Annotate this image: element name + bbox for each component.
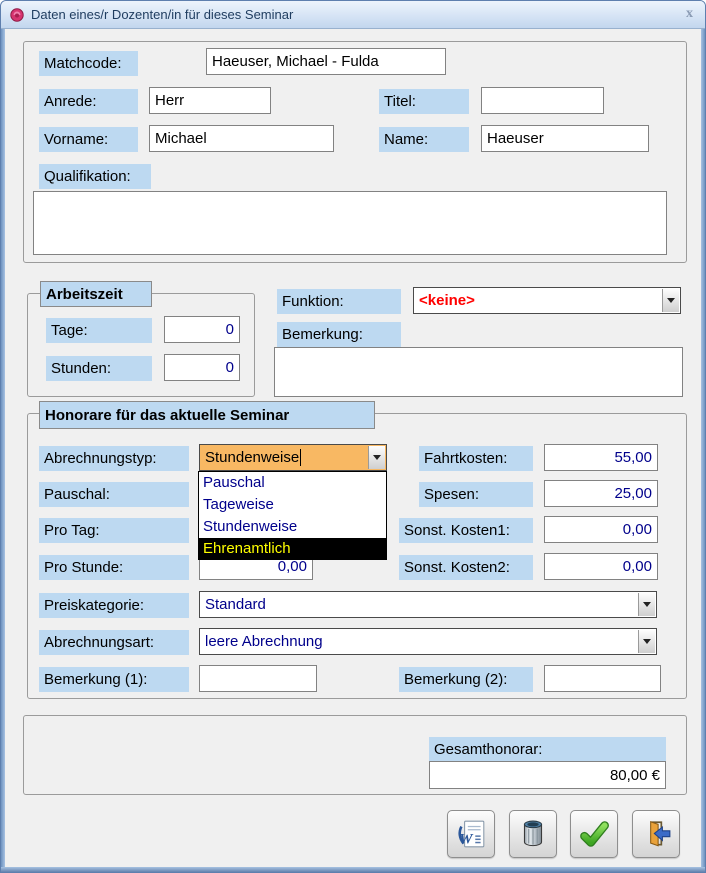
titel-label: Titel: bbox=[379, 89, 469, 114]
close-button[interactable]: x bbox=[686, 6, 693, 22]
anrede-label: Anrede: bbox=[39, 89, 138, 114]
check-icon bbox=[578, 818, 610, 850]
spesen-label: Spesen: bbox=[419, 482, 533, 507]
pro-tag-label: Pro Tag: bbox=[39, 518, 189, 543]
name-input[interactable]: Haeuser bbox=[481, 125, 649, 152]
abrechnungstyp-label: Abrechnungstyp: bbox=[39, 446, 189, 471]
bemerkung1-input[interactable] bbox=[199, 665, 317, 692]
exit-button[interactable] bbox=[632, 810, 680, 858]
sonst-kosten1-input[interactable]: 0,00 bbox=[544, 516, 658, 543]
abrechnungsart-combobox[interactable]: leere Abrechnung bbox=[199, 628, 657, 655]
abrechnungstyp-dropdown-list: Pauschal Tageweise Stundenweise Ehrenamt… bbox=[198, 471, 387, 560]
honorare-header: Honorare für das aktuelle Seminar bbox=[39, 401, 375, 429]
tage-input[interactable]: 0 bbox=[164, 316, 240, 343]
preiskategorie-dropdown-arrow[interactable] bbox=[638, 593, 655, 616]
dropdown-item-stundenweise[interactable]: Stundenweise bbox=[199, 516, 386, 538]
window-title: Daten eines/r Dozenten/in für dieses Sem… bbox=[31, 7, 293, 22]
arbeitszeit-header: Arbeitszeit bbox=[40, 281, 152, 307]
funktion-value: <keine> bbox=[419, 292, 475, 309]
preiskategorie-combobox[interactable]: Standard bbox=[199, 591, 657, 618]
spesen-input[interactable]: 25,00 bbox=[544, 480, 658, 507]
confirm-button[interactable] bbox=[570, 810, 618, 858]
funktion-combobox[interactable]: <keine> bbox=[413, 287, 681, 314]
abrechnungsart-dropdown-arrow[interactable] bbox=[638, 630, 655, 653]
word-document-icon: W bbox=[455, 818, 487, 850]
chevron-down-icon bbox=[643, 639, 651, 644]
delete-button[interactable] bbox=[509, 810, 557, 858]
funktion-label: Funktion: bbox=[277, 289, 401, 314]
matchcode-input[interactable]: Haeuser, Michael - Fulda bbox=[206, 48, 446, 75]
bemerkung-textarea[interactable] bbox=[274, 347, 683, 397]
dropdown-item-ehrenamtlich[interactable]: Ehrenamtlich bbox=[199, 538, 386, 560]
window-border-left bbox=[1, 29, 5, 873]
tage-label: Tage: bbox=[46, 318, 152, 343]
sonst-kosten1-label: Sonst. Kosten1: bbox=[399, 518, 533, 543]
chevron-down-icon bbox=[643, 602, 651, 607]
window-border-bottom bbox=[1, 867, 706, 873]
anrede-input[interactable]: Herr bbox=[149, 87, 271, 114]
pro-stunde-label: Pro Stunde: bbox=[39, 555, 189, 580]
bemerkung1-label: Bemerkung (1): bbox=[39, 667, 189, 692]
gesamthonorar-label: Gesamthonorar: bbox=[429, 737, 666, 761]
funktion-dropdown-arrow[interactable] bbox=[662, 289, 679, 312]
qualifikation-textarea[interactable] bbox=[33, 191, 667, 255]
abrechnungstyp-value: Stundenweise bbox=[205, 449, 299, 466]
svg-text:W: W bbox=[459, 832, 474, 848]
vorname-input[interactable]: Michael bbox=[149, 125, 334, 152]
bemerkung-label: Bemerkung: bbox=[277, 322, 401, 347]
sonst-kosten2-input[interactable]: 0,00 bbox=[544, 553, 658, 580]
abrechnungsart-label: Abrechnungsart: bbox=[39, 630, 189, 655]
pauschal-label: Pauschal: bbox=[39, 482, 189, 507]
vorname-label: Vorname: bbox=[39, 127, 138, 152]
chevron-down-icon bbox=[667, 298, 675, 303]
abrechnungstyp-combobox[interactable]: Stundenweise bbox=[199, 444, 387, 471]
stunden-input[interactable]: 0 bbox=[164, 354, 240, 381]
stunden-label: Stunden: bbox=[46, 356, 152, 381]
trash-icon bbox=[517, 818, 549, 850]
gesamthonorar-display: 80,00 € bbox=[429, 761, 666, 789]
fahrtkosten-input[interactable]: 55,00 bbox=[544, 444, 658, 471]
bemerkung2-label: Bemerkung (2): bbox=[399, 667, 533, 692]
preiskategorie-label: Preiskategorie: bbox=[39, 593, 189, 618]
app-icon bbox=[9, 7, 25, 23]
exit-door-icon bbox=[640, 818, 672, 850]
fahrtkosten-label: Fahrtkosten: bbox=[419, 446, 533, 471]
name-label: Name: bbox=[379, 127, 469, 152]
bemerkung2-input[interactable] bbox=[544, 665, 661, 692]
abrechnungsart-value: leere Abrechnung bbox=[205, 633, 323, 650]
text-caret bbox=[300, 449, 301, 466]
dropdown-item-tageweise[interactable]: Tageweise bbox=[199, 494, 386, 516]
sonst-kosten2-label: Sonst. Kosten2: bbox=[399, 555, 533, 580]
title-bar: Daten eines/r Dozenten/in für dieses Sem… bbox=[1, 1, 706, 29]
word-export-button[interactable]: W bbox=[447, 810, 495, 858]
dropdown-item-pauschal[interactable]: Pauschal bbox=[199, 472, 386, 494]
preiskategorie-value: Standard bbox=[205, 596, 266, 613]
chevron-down-icon bbox=[373, 455, 381, 460]
arbeitszeit-groupbox bbox=[27, 293, 255, 397]
titel-input[interactable] bbox=[481, 87, 604, 114]
matchcode-label: Matchcode: bbox=[39, 51, 138, 76]
abrechnungstyp-dropdown-arrow[interactable] bbox=[368, 446, 385, 469]
window-border-right bbox=[701, 29, 705, 873]
dialog-window: Daten eines/r Dozenten/in für dieses Sem… bbox=[0, 0, 706, 873]
qualifikation-label: Qualifikation: bbox=[39, 164, 151, 189]
